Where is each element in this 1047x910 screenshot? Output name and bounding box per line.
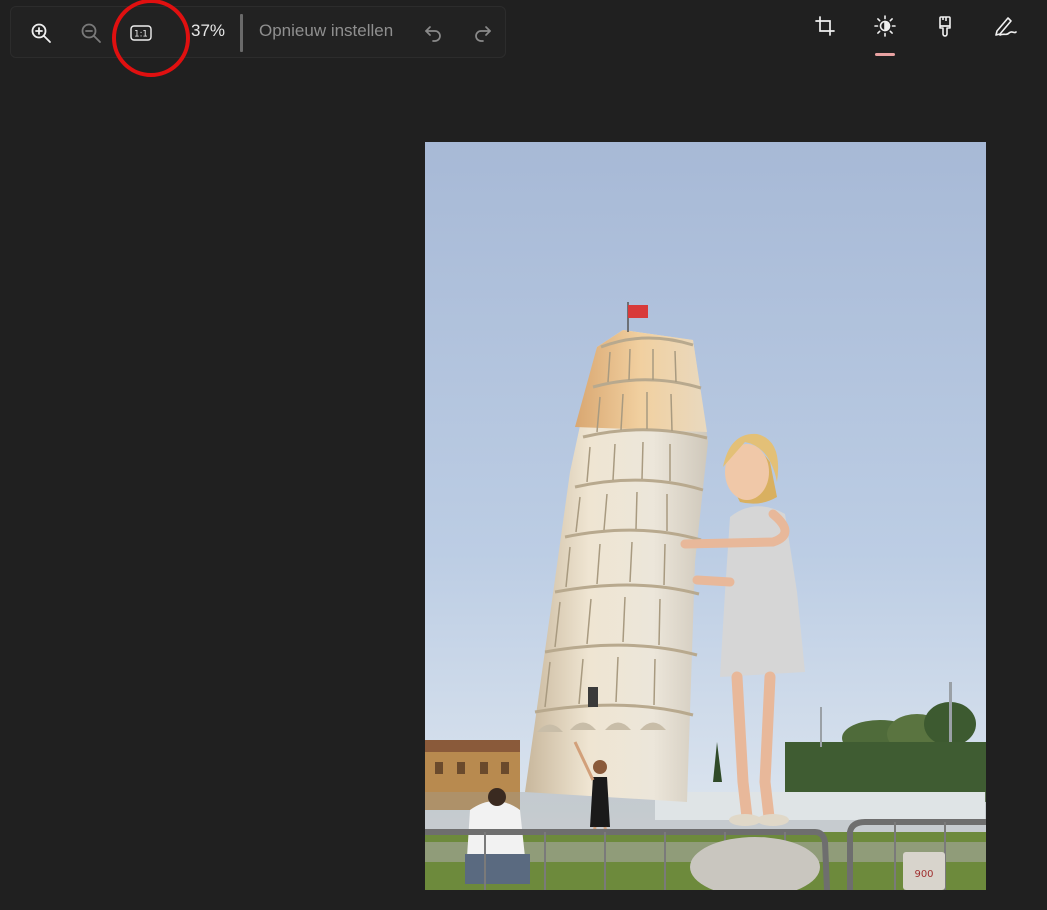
active-tab-indicator <box>875 53 895 56</box>
undo-icon <box>425 26 441 42</box>
zoom-in-icon <box>31 23 51 43</box>
zoom-toolbar: 1:1 37% Opnieuw instellen <box>10 0 506 77</box>
tab-filter[interactable] <box>927 14 963 54</box>
reset-button[interactable]: Opnieuw instellen <box>259 21 393 41</box>
zoom-out-button[interactable] <box>73 15 109 51</box>
tab-adjust[interactable] <box>867 14 903 54</box>
zoom-level: 37% <box>191 21 226 40</box>
redo-button[interactable] <box>465 15 501 51</box>
pen-icon <box>995 17 1017 36</box>
brightness-icon <box>874 15 896 37</box>
crop-icon <box>815 16 835 36</box>
actual-size-button[interactable]: 1:1 <box>123 15 159 51</box>
photo-canvas[interactable]: 900 <box>425 142 986 890</box>
redo-icon <box>475 26 491 42</box>
leaning-tower-photo: 900 <box>425 142 986 890</box>
tab-markup[interactable] <box>987 14 1023 54</box>
zoom-in-button[interactable] <box>23 15 59 51</box>
toolbar-divider <box>240 14 243 52</box>
actual-size-icon: 1:1 <box>130 25 152 41</box>
brush-icon <box>939 16 951 37</box>
photo-sign-text: 900 <box>914 869 933 880</box>
undo-button[interactable] <box>415 15 451 51</box>
actual-size-label: 1:1 <box>134 30 148 40</box>
tab-crop[interactable] <box>807 14 843 54</box>
zoom-out-icon <box>81 23 101 43</box>
